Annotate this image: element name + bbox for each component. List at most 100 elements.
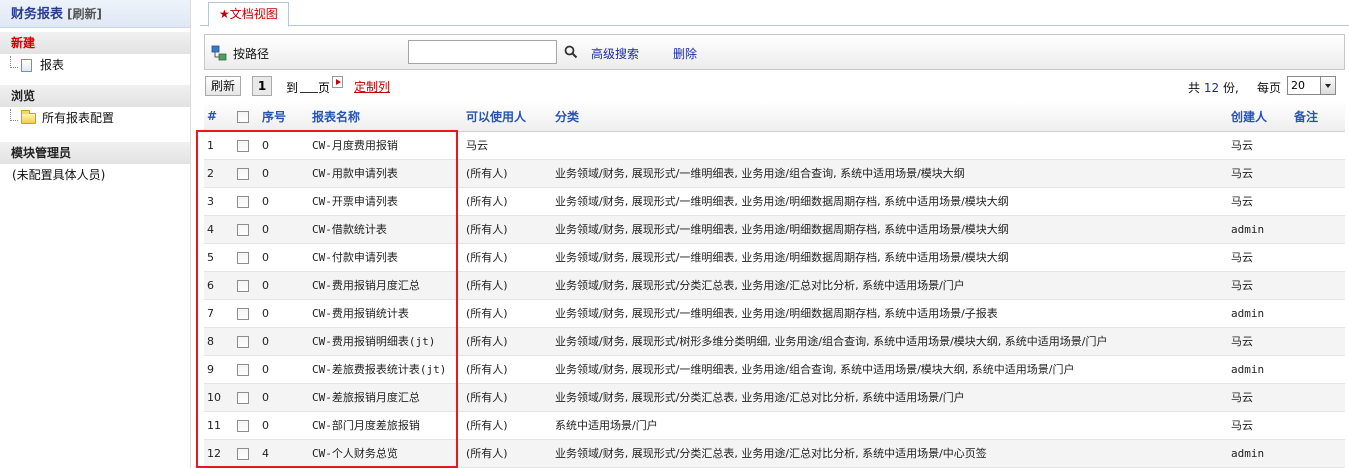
toolbar: 按路径 高级搜索 删除 [204,34,1345,70]
table-row[interactable]: 1 0 CW-月度费用报销 马云 马云 [204,131,1345,160]
sidebar-title: 财务报表 [刷新] [0,0,190,28]
chevron-down-icon[interactable] [1320,77,1335,94]
row-report-name[interactable]: CW-开票申请列表 [309,187,463,216]
col-users[interactable]: 可以使用人 [463,102,552,132]
row-creator: 马云 [1228,243,1291,272]
row-category: 业务领域/财务, 展现形式/一维明细表, 业务用途/明细数据周期存档, 系统中适… [552,243,1228,272]
col-category[interactable]: 分类 [552,102,1228,132]
row-select [234,159,259,188]
search-icon[interactable] [564,45,578,59]
go-arrow-icon[interactable] [332,76,343,88]
row-select [234,131,259,160]
row-users: (所有人) [463,299,552,328]
tab-document-view[interactable]: ★文档视图 [208,2,289,27]
row-checkbox[interactable] [237,307,249,320]
path-label[interactable]: 按路径 [233,45,269,62]
row-seq: 0 [259,411,309,440]
row-index: 4 [204,215,234,244]
row-checkbox[interactable] [237,335,249,348]
table-row[interactable]: 11 0 CW-部门月度差旅报销 (所有人) 系统中适用场景/门户 马云 [204,411,1345,440]
row-checkbox[interactable] [237,279,249,292]
row-report-name[interactable]: CW-费用报销明细表(jt) [309,327,463,356]
row-seq: 0 [259,243,309,272]
delete-link[interactable]: 删除 [673,45,697,62]
col-report-name[interactable]: 报表名称 [309,102,463,132]
row-note [1291,327,1345,356]
row-report-name[interactable]: CW-借款统计表 [309,215,463,244]
row-creator: 马云 [1228,131,1291,160]
row-checkbox[interactable] [237,391,249,404]
custom-columns-link[interactable]: 定制列 [354,78,390,95]
row-checkbox[interactable] [237,195,249,208]
advanced-search-link[interactable]: 高级搜索 [591,45,639,62]
col-note[interactable]: 备注 [1291,102,1345,132]
col-select-all [234,102,259,132]
row-select [234,355,259,384]
table-row[interactable]: 7 0 CW-费用报销统计表 (所有人) 业务领域/财务, 展现形式/一维明细表, 业务… [204,299,1345,328]
sidebar-item-new-report[interactable]: 报表 [0,54,190,76]
row-report-name[interactable]: CW-付款申请列表 [309,243,463,272]
search-input[interactable] [408,40,557,64]
row-index: 1 [204,131,234,160]
row-users: 马云 [463,131,552,160]
row-users: (所有人) [463,159,552,188]
row-category: 业务领域/财务, 展现形式/分类汇总表, 业务用途/汇总对比分析, 系统中适用场… [552,271,1228,300]
row-report-name[interactable]: CW-费用报销月度汇总 [309,271,463,300]
row-report-name[interactable]: CW-差旅报销月度汇总 [309,383,463,412]
row-checkbox[interactable] [237,139,249,152]
row-select [234,383,259,412]
sidebar-item-all-reports[interactable]: 所有报表配置 [0,107,190,129]
row-report-name[interactable]: CW-费用报销统计表 [309,299,463,328]
sidebar: 财务报表 [刷新] 新建 报表 浏览 所有报表配置 模块管理员 (未配置具体人员) [0,0,191,468]
row-report-name[interactable]: CW-月度费用报销 [309,131,463,160]
goto-page-input[interactable] [300,79,318,93]
row-checkbox[interactable] [237,223,249,236]
row-seq: 0 [259,159,309,188]
row-checkbox[interactable] [237,167,249,180]
row-report-name[interactable]: CW-部门月度差旅报销 [309,411,463,440]
table-row[interactable]: 4 0 CW-借款统计表 (所有人) 业务领域/财务, 展现形式/一维明细表, 业务用途… [204,215,1345,244]
col-creator[interactable]: 创建人 [1228,102,1291,132]
tab-bar: ★文档视图 [200,0,1349,27]
table-row[interactable]: 6 0 CW-费用报销月度汇总 (所有人) 业务领域/财务, 展现形式/分类汇总表, 业… [204,271,1345,300]
select-all-checkbox[interactable] [237,110,249,123]
total-suffix: 份, [1222,81,1239,95]
refresh-button[interactable]: 刷新 [205,76,242,96]
pager: 刷新 1 到 页 定制列 共 12 份, 每页 20 [204,75,1345,97]
row-category: 业务领域/财务, 展现形式/一维明细表, 业务用途/明细数据周期存档, 系统中适… [552,215,1228,244]
row-checkbox[interactable] [237,447,249,460]
table-row[interactable]: 3 0 CW-开票申请列表 (所有人) 业务领域/财务, 展现形式/一维明细表, 业务用… [204,187,1345,216]
row-users: (所有人) [463,383,552,412]
row-report-name[interactable]: CW-个人财务总览 [309,439,463,468]
row-users: (所有人) [463,271,552,300]
sidebar-item-label: 所有报表配置 [42,111,115,125]
path-tree-icon[interactable] [211,45,227,61]
row-checkbox[interactable] [237,251,249,264]
row-index: 7 [204,299,234,328]
row-select [234,439,259,468]
current-page[interactable]: 1 [252,76,272,96]
table-row[interactable]: 5 0 CW-付款申请列表 (所有人) 业务领域/财务, 展现形式/一维明细表, 业务用… [204,243,1345,272]
table-row[interactable]: 10 0 CW-差旅报销月度汇总 (所有人) 业务领域/财务, 展现形式/分类汇总表, … [204,383,1345,412]
table-row[interactable]: 2 0 CW-用款申请列表 (所有人) 业务领域/财务, 展现形式/一维明细表, 业务用… [204,159,1345,188]
row-checkbox[interactable] [237,363,249,376]
refresh-link[interactable]: [刷新] [67,7,102,21]
table-row[interactable]: 8 0 CW-费用报销明细表(jt) (所有人) 业务领域/财务, 展现形式/树形多维分… [204,327,1345,356]
admin-note: (未配置具体人员) [12,168,106,182]
row-report-name[interactable]: CW-差旅费报表统计表(jt) [309,355,463,384]
module-title: 财务报表 [11,7,64,22]
row-category: 业务领域/财务, 展现形式/一维明细表, 业务用途/组合查询, 系统中适用场景/… [552,159,1228,188]
col-seq[interactable]: 序号 [259,102,309,132]
row-select [234,299,259,328]
table-row[interactable]: 9 0 CW-差旅费报表统计表(jt) (所有人) 业务领域/财务, 展现形式/一维明细… [204,355,1345,384]
row-checkbox[interactable] [237,419,249,432]
folder-icon [21,109,36,124]
row-select [234,243,259,272]
row-users: (所有人) [463,187,552,216]
row-users: (所有人) [463,243,552,272]
row-category: 业务领域/财务, 展现形式/一维明细表, 业务用途/明细数据周期存档, 系统中适… [552,187,1228,216]
page-size-select[interactable]: 20 [1287,76,1336,95]
row-report-name[interactable]: CW-用款申请列表 [309,159,463,188]
row-index: 2 [204,159,234,188]
table-row[interactable]: 12 4 CW-个人财务总览 (所有人) 业务领域/财务, 展现形式/分类汇总表, 业务… [204,439,1345,468]
